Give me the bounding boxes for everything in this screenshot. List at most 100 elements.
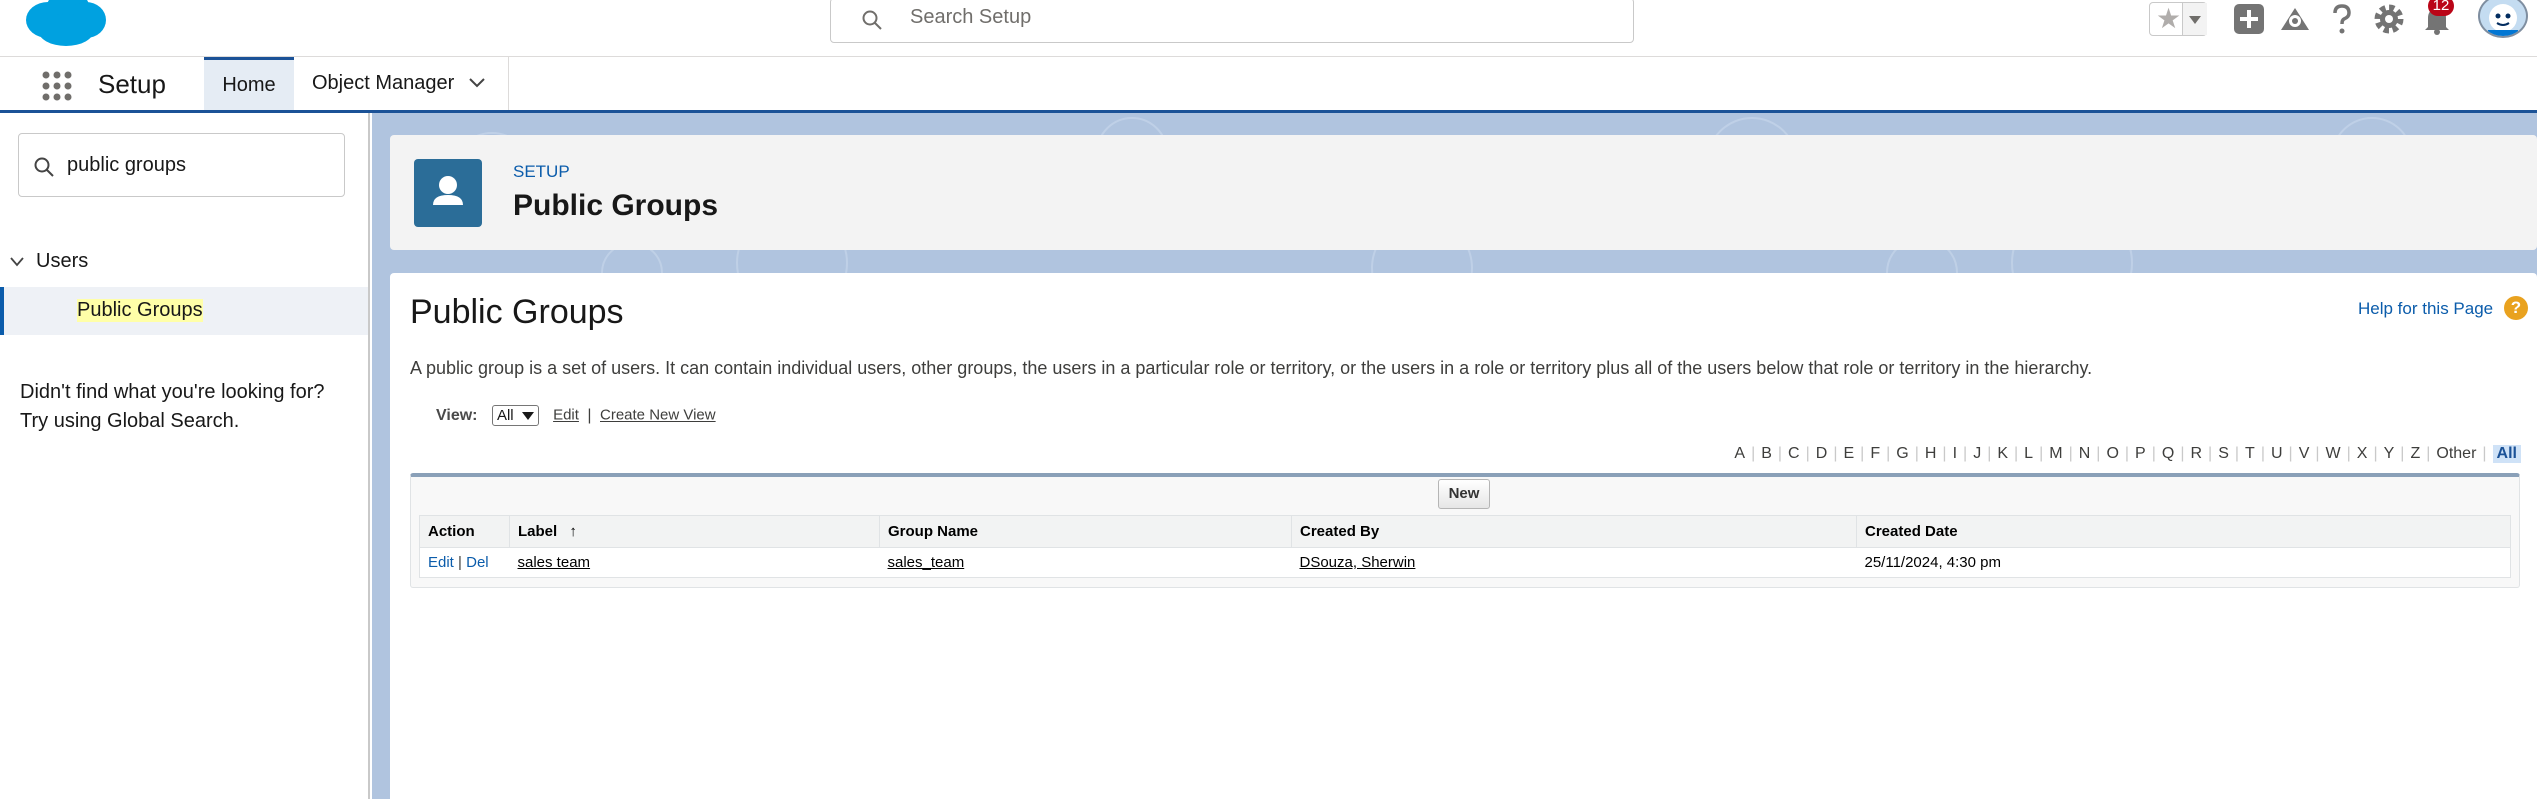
tree-node-users-label: Users xyxy=(36,250,89,272)
alpha-filter-e[interactable]: E xyxy=(1843,445,1854,463)
page-header: SETUP Public Groups xyxy=(390,135,2537,250)
plus-icon[interactable] xyxy=(2232,2,2266,36)
alpha-filter-w[interactable]: W xyxy=(2326,445,2341,463)
global-search-input[interactable]: Search Setup xyxy=(830,0,1634,43)
search-icon xyxy=(862,10,882,30)
content-title: Public Groups xyxy=(410,293,624,331)
tab-object-manager[interactable]: Object Manager xyxy=(294,57,509,110)
avatar[interactable] xyxy=(2478,0,2528,38)
alpha-filter-u[interactable]: U xyxy=(2271,445,2283,463)
notification-badge: 12 xyxy=(2428,0,2454,16)
alpha-filter-b[interactable]: B xyxy=(1761,445,1772,463)
page-description: A public group is a set of users. It can… xyxy=(410,358,2093,378)
alpha-filter-l[interactable]: L xyxy=(2024,445,2033,463)
global-header: Search Setup ★ 12 xyxy=(0,0,2537,57)
alpha-filter-r[interactable]: R xyxy=(2190,445,2202,463)
alpha-filter-q[interactable]: Q xyxy=(2162,445,2174,463)
sidebar-item-public-groups[interactable]: Public Groups xyxy=(0,287,368,335)
row-created-by-link[interactable]: DSouza, Sherwin xyxy=(1300,554,1416,571)
column-header-created-by[interactable]: Created By xyxy=(1291,515,1857,548)
waffle-icon[interactable] xyxy=(40,69,74,103)
separator: | xyxy=(587,406,592,424)
app-navigation-bar: Setup Home Object Manager xyxy=(0,57,2537,113)
tab-object-manager-label: Object Manager xyxy=(312,72,455,94)
alpha-separator: | xyxy=(1805,445,1810,462)
row-actions: Edit | Del xyxy=(419,547,510,578)
row-created-date: 25/11/2024, 4:30 pm xyxy=(1856,547,2511,578)
salesforce-cloud-icon[interactable] xyxy=(18,0,110,50)
alpha-filter-t[interactable]: T xyxy=(2245,445,2255,463)
content-panel: Public Groups Help for this Page ? A pub… xyxy=(390,273,2537,799)
quick-find-input[interactable]: public groups xyxy=(18,133,345,197)
row-created-by-cell: DSouza, Sherwin xyxy=(1291,547,1857,578)
question-icon[interactable] xyxy=(2325,2,2359,36)
row-edit-link[interactable]: Edit xyxy=(428,554,454,571)
create-new-view-link[interactable]: Create New View xyxy=(600,407,716,424)
alpha-separator: | xyxy=(1860,445,1865,462)
star-icon: ★ xyxy=(2156,3,2182,34)
alpha-filter-all[interactable]: All xyxy=(2492,445,2521,463)
view-label: View: xyxy=(436,406,478,424)
column-header-action: Action xyxy=(419,515,510,548)
page-title: Public Groups xyxy=(513,189,719,222)
alpha-separator: | xyxy=(1833,445,1838,462)
column-header-created-date[interactable]: Created Date xyxy=(1856,515,2511,548)
alpha-filter-i[interactable]: I xyxy=(1953,445,1957,463)
alpha-filter-x[interactable]: X xyxy=(2357,445,2368,463)
alpha-filter-h[interactable]: H xyxy=(1925,445,1937,463)
new-button[interactable]: New xyxy=(1438,479,1490,509)
alpha-filter-k[interactable]: K xyxy=(1997,445,2008,463)
alpha-filter-v[interactable]: V xyxy=(2299,445,2310,463)
gear-icon[interactable] xyxy=(2372,2,2406,36)
alpha-separator: | xyxy=(1987,445,1992,462)
alpha-filter-m[interactable]: M xyxy=(2049,445,2062,463)
row-label-link[interactable]: sales team xyxy=(518,554,591,571)
alpha-separator: | xyxy=(2096,445,2101,462)
alpha-filter-z[interactable]: Z xyxy=(2410,445,2420,463)
tree-node-users[interactable]: Users xyxy=(10,250,88,273)
alpha-filter-n[interactable]: N xyxy=(2079,445,2091,463)
alpha-filter-c[interactable]: C xyxy=(1788,445,1800,463)
alpha-separator: | xyxy=(1942,445,1947,462)
alpha-separator: | xyxy=(1777,445,1783,462)
alpha-separator: | xyxy=(2426,445,2431,462)
alpha-separator: | xyxy=(2014,445,2019,462)
tab-home[interactable]: Home xyxy=(204,57,294,110)
page-eyebrow: SETUP xyxy=(513,162,570,181)
alpha-filter-g[interactable]: G xyxy=(1896,445,1908,463)
view-select[interactable]: All xyxy=(491,405,539,426)
alpha-separator: | xyxy=(2068,445,2073,462)
trailhead-icon[interactable] xyxy=(2278,2,2312,36)
table-row: Edit | Del sales team sales_team DSouza,… xyxy=(419,547,2511,578)
alpha-filter-y[interactable]: Y xyxy=(2384,445,2395,463)
alpha-separator: | xyxy=(2346,445,2351,462)
view-select-value: All xyxy=(496,407,514,424)
edit-view-link[interactable]: Edit xyxy=(553,407,579,424)
alpha-separator: | xyxy=(1914,445,1919,462)
alpha-filter-j[interactable]: J xyxy=(1973,445,1981,463)
main-content-area: SETUP Public Groups Public Groups Help f… xyxy=(372,113,2537,799)
user-avatar-icon xyxy=(2488,4,2518,36)
chevron-down-icon[interactable] xyxy=(468,77,486,89)
row-group-name-link[interactable]: sales_team xyxy=(888,554,965,571)
groups-table: Action Label ↑ Group Name Created By Cre… xyxy=(419,515,2511,578)
not-found-hint: Didn't find what you're looking for? Try… xyxy=(20,378,324,436)
chevron-down-icon[interactable] xyxy=(10,257,24,267)
search-icon xyxy=(34,157,54,177)
alpha-filter-d[interactable]: D xyxy=(1816,445,1828,463)
favorites-dropdown[interactable] xyxy=(2182,3,2207,35)
help-link[interactable]: Help for this Page xyxy=(2358,299,2493,319)
column-header-group-name[interactable]: Group Name xyxy=(879,515,1292,548)
alpha-filter-p[interactable]: P xyxy=(2135,445,2146,463)
alpha-filter-s[interactable]: S xyxy=(2218,445,2229,463)
alpha-separator: | xyxy=(2151,445,2156,462)
help-icon[interactable]: ? xyxy=(2504,296,2528,320)
row-delete-link[interactable]: Del xyxy=(466,554,489,571)
alpha-filter-f[interactable]: F xyxy=(1870,445,1880,463)
favorites-button[interactable]: ★ xyxy=(2149,2,2207,36)
alpha-filter-a[interactable]: A xyxy=(1734,445,1745,463)
alpha-filter-o[interactable]: O xyxy=(2106,445,2118,463)
column-header-label[interactable]: Label ↑ xyxy=(509,515,880,548)
search-placeholder: Search Setup xyxy=(910,6,1032,28)
alpha-filter-other[interactable]: Other xyxy=(2436,445,2476,463)
